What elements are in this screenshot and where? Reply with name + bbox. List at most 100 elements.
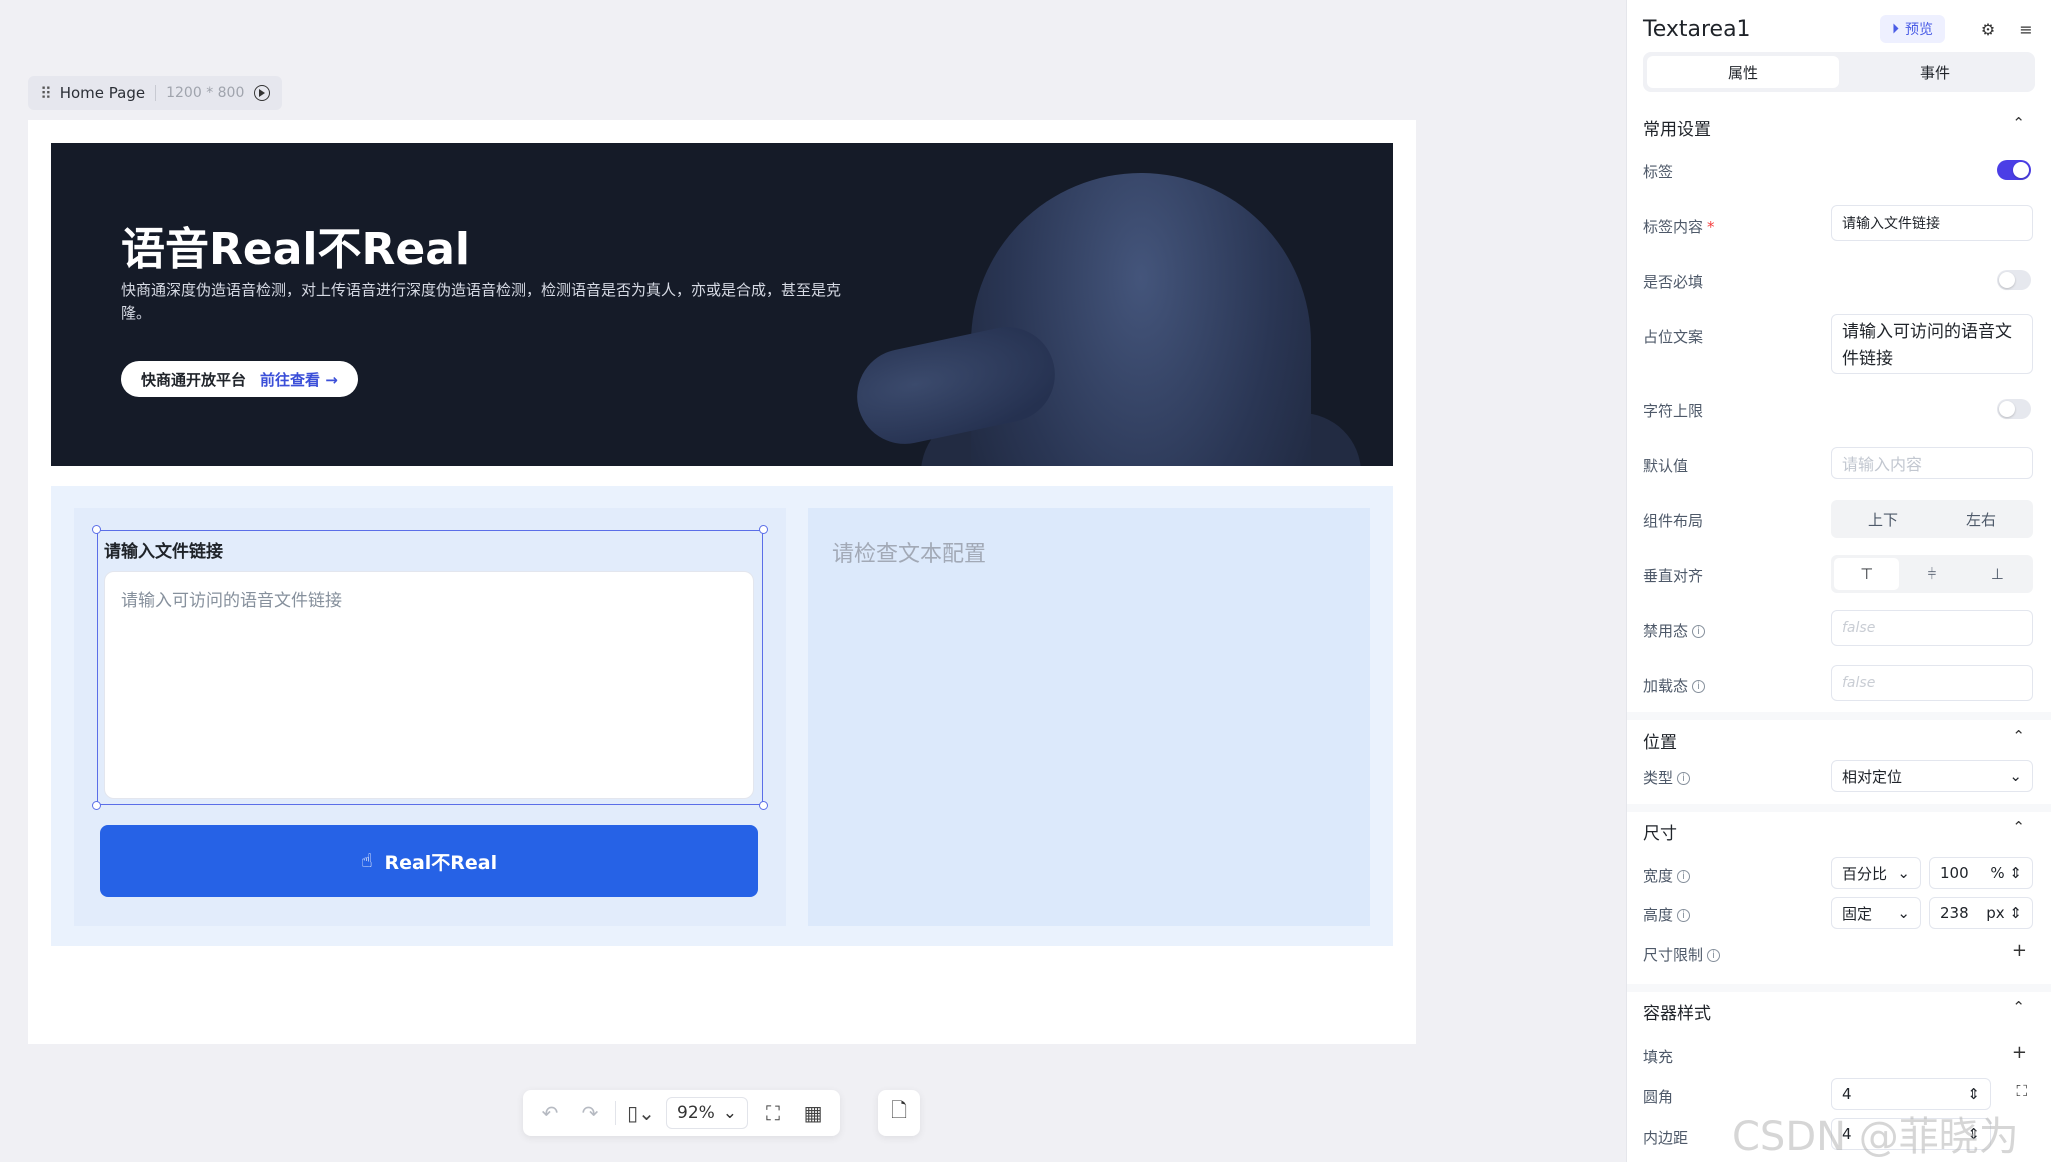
- banner-title: 语音Real不Real: [121, 224, 470, 275]
- export-button[interactable]: 🗋: [878, 1090, 920, 1136]
- drag-handle-icon[interactable]: ⠿: [40, 84, 52, 103]
- info-icon: i: [1677, 772, 1691, 785]
- cta-platform-label: 快商通开放平台: [141, 370, 247, 389]
- gear-icon[interactable]: ⚙: [1975, 20, 2001, 39]
- padding-input[interactable]: 4 ⇕: [1831, 1118, 1991, 1150]
- info-icon: i: [1677, 870, 1691, 883]
- textarea-box: [104, 571, 754, 799]
- page-chip[interactable]: ⠿ Home Page 1200 * 800: [28, 76, 283, 110]
- required-toggle[interactable]: [1997, 270, 2031, 290]
- panel-header: Textarea1 ⏵ 预览 ⚙ ≡: [1643, 14, 2039, 44]
- redo-icon[interactable]: ↷: [575, 1098, 605, 1128]
- disabled-label: 禁用态 i: [1643, 620, 1706, 641]
- collapse-panel-icon[interactable]: ≡: [2013, 20, 2039, 39]
- page-size: 1200 * 800: [166, 85, 245, 101]
- width-value-input[interactable]: 100% ⇕: [1929, 857, 2033, 889]
- add-icon[interactable]: +: [2012, 1042, 2027, 1063]
- hand-icon: ☝: [360, 850, 373, 872]
- position-type-label: 类型 i: [1643, 767, 1691, 788]
- result-hint: 请检查文本配置: [832, 542, 987, 567]
- info-icon: i: [1677, 909, 1691, 922]
- valign-segmented: ⊤ ⫩ ⊥: [1831, 555, 2033, 593]
- placeholder-input[interactable]: 请输入可访问的语音文件链接: [1831, 314, 2033, 374]
- resize-handle[interactable]: [92, 801, 101, 810]
- label-content-input[interactable]: 请输入文件链接: [1831, 205, 2033, 241]
- form-section: 请输入文件链接 ☝ Real不Real 请检查文本配置: [51, 486, 1393, 946]
- chevron-down-icon: ⌄: [1897, 864, 1910, 882]
- chevron-down-icon: ⌄: [1897, 904, 1910, 922]
- chevron-up-icon[interactable]: ⌃: [2012, 727, 2025, 745]
- info-icon: i: [1692, 625, 1706, 638]
- layout-option-vertical[interactable]: 上下: [1834, 503, 1932, 535]
- fill-label: 填充: [1643, 1048, 1674, 1066]
- fit-screen-icon[interactable]: ⛶: [758, 1098, 788, 1128]
- height-mode-select[interactable]: 固定 ⌄: [1831, 897, 1921, 929]
- align-top-icon[interactable]: ⊤: [1834, 558, 1900, 590]
- properties-panel: Textarea1 ⏵ 预览 ⚙ ≡ 属性 事件 常用设置 ⌃ 标签 标签内容 * …: [1626, 0, 2051, 1162]
- file-add-icon: 🗋: [890, 1098, 908, 1122]
- divider: [155, 85, 157, 101]
- default-label: 默认值: [1643, 457, 1689, 475]
- label-content-label: 标签内容 *: [1643, 218, 1715, 236]
- radius-input[interactable]: 4 ⇕: [1831, 1078, 1991, 1110]
- resize-handle[interactable]: [759, 801, 768, 810]
- banner-cta-button[interactable]: 快商通开放平台 前往查看 →: [121, 361, 358, 397]
- height-label: 高度 i: [1643, 904, 1691, 925]
- mouse-mode-icon[interactable]: ▯⌄: [626, 1098, 656, 1128]
- canvas-toolbar: ↶ ↷ ▯⌄ 92% ⌄ ⛶ ▦: [523, 1090, 841, 1136]
- info-icon: i: [1707, 949, 1721, 962]
- section-container-title[interactable]: 容器样式: [1643, 999, 1711, 1024]
- align-bottom-icon[interactable]: ⊥: [1965, 558, 2030, 590]
- valign-label: 垂直对齐: [1643, 567, 1704, 585]
- tab-properties[interactable]: 属性: [1647, 56, 1839, 88]
- section-size-title[interactable]: 尺寸: [1643, 819, 1677, 844]
- add-icon[interactable]: +: [2012, 940, 2027, 961]
- layout-segmented: 上下 左右: [1831, 500, 2033, 538]
- resize-handle[interactable]: [759, 525, 768, 534]
- align-middle-icon[interactable]: ⫩: [1899, 558, 1964, 590]
- submit-button[interactable]: ☝ Real不Real: [100, 825, 758, 897]
- loading-input[interactable]: false: [1831, 665, 2033, 701]
- label-toggle-label: 标签: [1643, 163, 1674, 181]
- section-common-title[interactable]: 常用设置: [1643, 115, 1711, 140]
- play-icon[interactable]: [254, 85, 271, 101]
- maxlength-label: 字符上限: [1643, 402, 1704, 420]
- width-label: 宽度 i: [1643, 865, 1691, 886]
- expand-corners-icon[interactable]: ⛶: [2016, 1082, 2027, 1100]
- cta-link[interactable]: 前往查看 →: [260, 369, 338, 390]
- padding-label: 内边距: [1643, 1129, 1689, 1147]
- stepper-icon: ⇕: [2009, 904, 2022, 922]
- position-type-select[interactable]: 相对定位 ⌄: [1831, 760, 2033, 792]
- chevron-down-icon: ⌄: [2009, 767, 2022, 785]
- undo-icon[interactable]: ↶: [535, 1098, 565, 1128]
- layout-option-horizontal[interactable]: 左右: [1932, 503, 2030, 535]
- section-divider: [1627, 804, 2051, 812]
- file-link-textarea[interactable]: [121, 586, 737, 784]
- hero-banner: 语音Real不Real 快商通深度伪造语音检测，对上传语音进行深度伪造语音检测，…: [51, 143, 1393, 466]
- preview-button[interactable]: ⏵ 预览: [1880, 15, 1945, 43]
- page-name: Home Page: [59, 84, 146, 102]
- label-toggle[interactable]: [1997, 160, 2031, 180]
- disabled-input[interactable]: false: [1831, 610, 2033, 646]
- width-mode-select[interactable]: 百分比 ⌄: [1831, 857, 1921, 889]
- placeholder-label: 占位文案: [1643, 328, 1704, 346]
- chevron-up-icon[interactable]: ⌃: [2012, 998, 2025, 1016]
- resize-handle[interactable]: [92, 525, 101, 534]
- height-value-input[interactable]: 238 px ⇕: [1929, 897, 2033, 929]
- default-input[interactable]: 请输入内容: [1831, 447, 2033, 479]
- stepper-icon: ⇕: [1967, 1085, 1980, 1103]
- chevron-up-icon[interactable]: ⌃: [2012, 818, 2025, 836]
- maxlength-toggle[interactable]: [1997, 399, 2031, 419]
- grid-icon[interactable]: ▦: [798, 1098, 828, 1128]
- selected-textarea-component[interactable]: 请输入文件链接: [92, 525, 768, 810]
- layout-label: 组件布局: [1643, 512, 1704, 530]
- section-divider: [1627, 984, 2051, 992]
- section-position-title[interactable]: 位置: [1643, 728, 1677, 753]
- zoom-select[interactable]: 92% ⌄: [666, 1097, 749, 1129]
- canvas-area: ⠿ Home Page 1200 * 800 语音Real不Real 快商通深度…: [0, 0, 1616, 1162]
- banner-description: 快商通深度伪造语音检测，对上传语音进行深度伪造语音检测，检测语音是否为真人，亦或…: [121, 281, 842, 322]
- tab-events[interactable]: 事件: [1839, 56, 2031, 88]
- component-name: Textarea1: [1643, 16, 1751, 42]
- stepper-icon: ⇕: [1967, 1125, 1980, 1143]
- chevron-up-icon[interactable]: ⌃: [2012, 114, 2025, 132]
